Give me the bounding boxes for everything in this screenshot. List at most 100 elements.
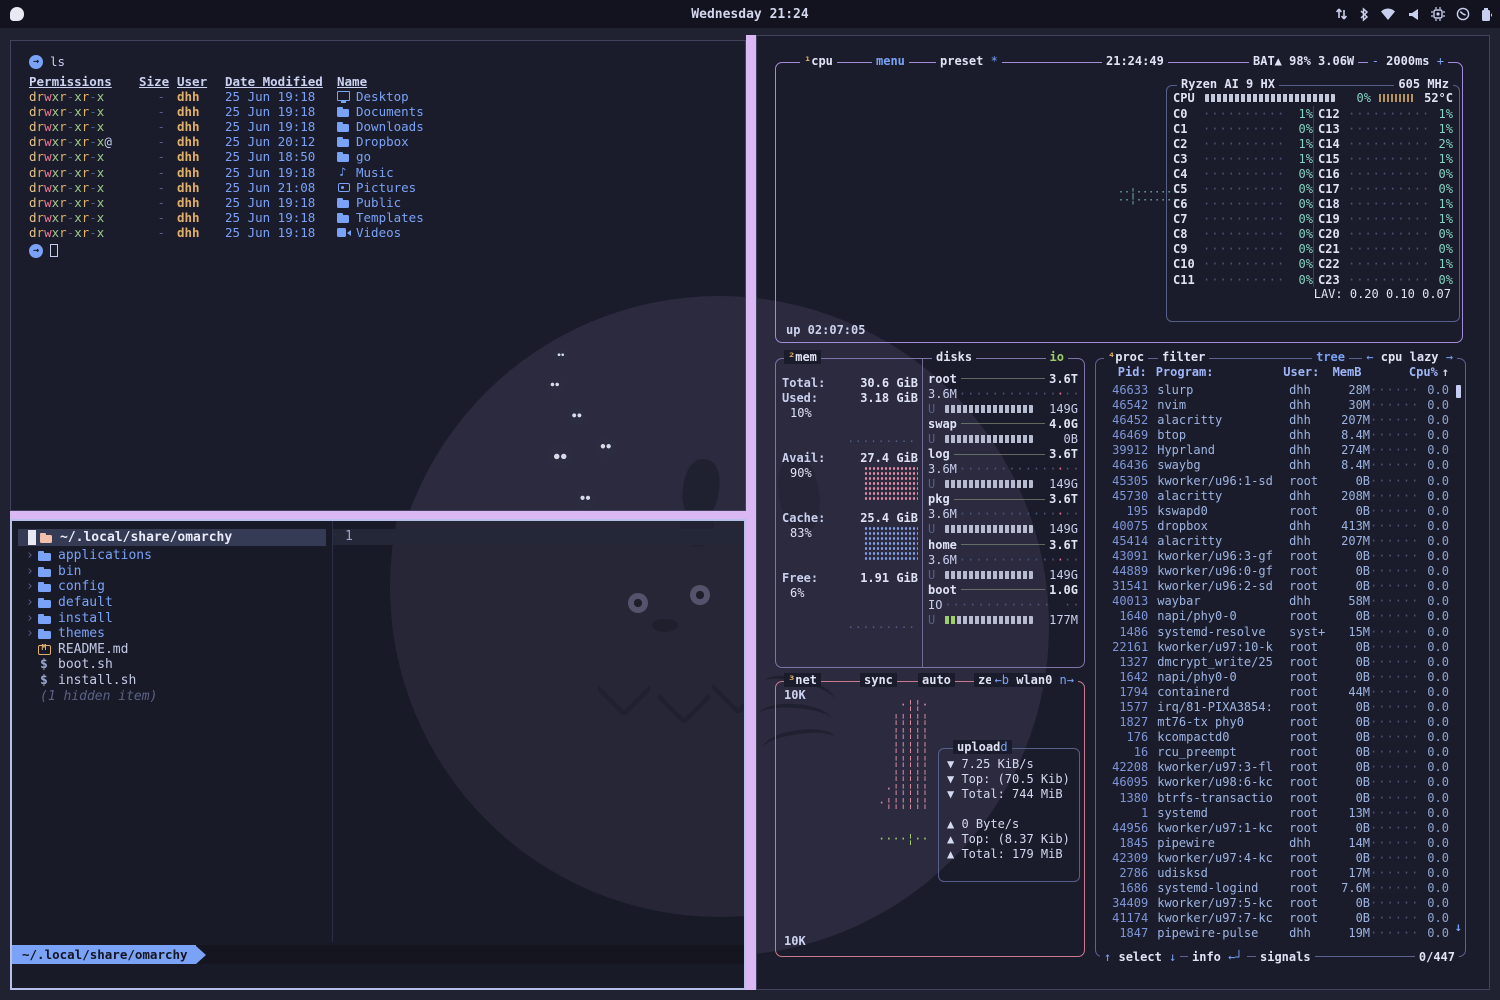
volume-icon[interactable] <box>1407 8 1420 21</box>
preset-button[interactable]: preset * <box>936 54 1002 68</box>
ls-row: drwxr-xr-x-dhh25 Jun 19:18Documents <box>29 104 735 119</box>
chip-icon[interactable] <box>1431 7 1445 21</box>
bluetooth-icon[interactable] <box>1359 7 1369 22</box>
process-row[interactable]: 40075dropboxdhh413M0.0 <box>1102 519 1449 534</box>
proc-signals-button[interactable]: signals <box>1256 950 1315 964</box>
tree-item[interactable]: README.md <box>12 642 332 658</box>
battery-icon[interactable] <box>1481 7 1492 22</box>
net-scale-top: 10K <box>784 688 806 702</box>
process-row[interactable]: 42309kworker/u97:4-kcroot0B0.0 <box>1102 851 1449 866</box>
prompt-arrow-icon: → <box>29 55 43 69</box>
tree-item[interactable]: themes <box>12 626 332 642</box>
net-box-title[interactable]: ³net <box>784 673 821 687</box>
wifi-icon[interactable] <box>1380 8 1396 21</box>
process-row[interactable]: 46436swaybgdhh8.4M0.0 <box>1102 458 1449 473</box>
process-row[interactable]: 46633slurpdhh28M0.0 <box>1102 383 1449 398</box>
process-row[interactable]: 44956kworker/u97:1-kcroot0B0.0 <box>1102 821 1449 836</box>
wallpaper-moon <box>389 296 745 510</box>
process-row[interactable]: 42208kworker/u97:3-flroot0B0.0 <box>1102 760 1449 775</box>
core-row: C142% <box>1318 136 1453 151</box>
core-row: C160% <box>1318 166 1453 181</box>
folder-open-icon <box>40 531 54 544</box>
process-row[interactable]: 46469btopdhh8.4M0.0 <box>1102 428 1449 443</box>
proc-scrollbar[interactable] <box>1456 385 1461 398</box>
disks-title[interactable]: disks <box>932 350 976 364</box>
buffer-pane[interactable]: 1 <box>333 521 744 942</box>
process-row[interactable]: 22161kworker/u97:10-kroot0B0.0 <box>1102 640 1449 655</box>
folder-icon <box>38 565 53 578</box>
mem-box-title[interactable]: ²mem <box>784 350 821 364</box>
process-row[interactable]: 45730alacrittydhh208M0.0 <box>1102 489 1449 504</box>
proc-header-row[interactable]: Pid:Program:User:MemBCpu%↑ <box>1102 365 1449 380</box>
tree-item[interactable]: config <box>12 579 332 595</box>
process-row[interactable]: 2786udisksdroot17M0.0 <box>1102 866 1449 881</box>
ls-row: drwxr-xr-x-dhh25 Jun 19:18Desktop <box>29 89 735 104</box>
ls-row: drwxr-xr-x-dhh25 Jun 21:08Pictures <box>29 180 735 195</box>
net-sync-button[interactable]: sync <box>860 673 897 687</box>
tree-item[interactable]: bin <box>12 564 332 580</box>
proc-filter-button[interactable]: filter <box>1158 350 1209 364</box>
process-row[interactable]: 195kswapd0root0B0.0 <box>1102 504 1449 519</box>
process-row[interactable]: 1642napi/phy0-0root0B0.0 <box>1102 670 1449 685</box>
updates-icon[interactable] <box>1335 7 1348 21</box>
net-auto-button[interactable]: auto <box>918 673 955 687</box>
cpu-box-title[interactable]: ¹cpu <box>800 54 837 68</box>
folder-download-icon <box>337 120 351 133</box>
process-row[interactable]: 1640napi/phy0-0root0B0.0 <box>1102 609 1449 624</box>
tree-item[interactable]: boot.sh <box>12 657 332 673</box>
process-row[interactable]: 16rcu_preemptroot0B0.0 <box>1102 745 1449 760</box>
process-row[interactable]: 39912Hyprlanddhh274M0.0 <box>1102 443 1449 458</box>
process-row[interactable]: 45414alacrittydhh207M0.0 <box>1102 534 1449 549</box>
proc-select-buttons[interactable]: ↑ select ↓ <box>1100 950 1180 964</box>
core-row: C221% <box>1318 257 1453 272</box>
proc-tree-button[interactable]: tree <box>1312 350 1349 364</box>
tree-item[interactable]: applications <box>12 548 332 564</box>
cpu-temp-graph <box>1379 94 1415 102</box>
gauge-icon[interactable] <box>1456 7 1470 21</box>
tree-item[interactable]: default <box>12 595 332 611</box>
net-interface-switcher[interactable]: ←b wlan0 n→ <box>991 673 1079 687</box>
process-row[interactable]: 1380btrfs-transactioroot0B0.0 <box>1102 791 1449 806</box>
process-row[interactable]: 46095kworker/u98:6-kcroot0B0.0 <box>1102 775 1449 790</box>
menu-button[interactable]: menu <box>872 54 909 68</box>
process-row[interactable]: 46542nvimdhh30M0.0 <box>1102 398 1449 413</box>
process-row[interactable]: 46452alacrittydhh207M0.0 <box>1102 413 1449 428</box>
prompt-arrow-icon: → <box>29 244 43 258</box>
process-row[interactable]: 1847pipewire-pulsedhh19M0.0 <box>1102 926 1449 941</box>
process-row[interactable]: 44889kworker/u96:0-gfroot0B0.0 <box>1102 564 1449 579</box>
io-toggle[interactable]: io <box>1046 350 1068 364</box>
process-row[interactable]: 43091kworker/u96:3-gfroot0B0.0 <box>1102 549 1449 564</box>
core-row: C60% <box>1173 197 1313 212</box>
editor-window: ~/.local/share/omarchy applications bin … <box>10 519 746 990</box>
process-row[interactable]: 41174kworker/u97:7-kcroot0B0.0 <box>1102 911 1449 926</box>
process-row[interactable]: 31541kworker/u96:2-sdroot0B0.0 <box>1102 579 1449 594</box>
process-row[interactable]: 1577irq/81-PIXA3854:root0B0.0 <box>1102 700 1449 715</box>
folder-open-icon <box>337 211 351 224</box>
tree-item[interactable]: (1 hidden item) <box>12 688 332 704</box>
proc-info-button[interactable]: info ←┘ <box>1188 950 1247 964</box>
process-row[interactable]: 40013waybardhh58M0.0 <box>1102 594 1449 609</box>
process-row[interactable]: 1845pipewiredhh14M0.0 <box>1102 836 1449 851</box>
process-row[interactable]: 1827mt76-tx phy0root0B0.0 <box>1102 715 1449 730</box>
process-row[interactable]: 1486systemd-resolvesyst+15M0.0 <box>1102 625 1449 640</box>
tree-item[interactable]: install.sh <box>12 673 332 689</box>
refresh-interval[interactable]: - 2000ms + <box>1368 54 1448 68</box>
core-row: C181% <box>1318 197 1453 212</box>
process-row[interactable]: 176kcompactd0root0B0.0 <box>1102 730 1449 745</box>
proc-box-title[interactable]: ⁴proc <box>1104 350 1148 364</box>
process-row[interactable]: 1systemdroot13M0.0 <box>1102 806 1449 821</box>
process-row[interactable]: 34409kworker/u97:5-kcroot0B0.0 <box>1102 896 1449 911</box>
process-row[interactable]: 1327dmcrypt_write/25root0B0.0 <box>1102 655 1449 670</box>
process-row[interactable]: 45305kworker/u96:1-sdroot0B0.0 <box>1102 474 1449 489</box>
shell-prompt: → ls <box>29 53 735 70</box>
tree-item[interactable]: install <box>12 610 332 626</box>
core-row: C170% <box>1318 181 1453 196</box>
process-row[interactable]: 1794containerdroot44M0.0 <box>1102 685 1449 700</box>
top-bar: Wednesday 21:24 <box>0 0 1500 28</box>
process-row[interactable]: 1686systemd-logindroot7.6M0.0 <box>1102 881 1449 896</box>
mem-free-graph <box>847 621 916 634</box>
net-download-graph: ·¦¦· ¦¦¦¦¦ ¦¦¦¦¦ ¦¦¦¦¦ ¦¦¦¦¦ ¦¦¦¦¦ ·¦¦¦¦… <box>878 698 929 810</box>
process-list: 46633slurpdhh28M0.0 46542nvimdhh30M0.0 4… <box>1102 383 1449 941</box>
proc-sort-selector[interactable]: ← cpu lazy → <box>1362 350 1457 364</box>
tree-root-row[interactable]: ~/.local/share/omarchy <box>18 529 326 546</box>
